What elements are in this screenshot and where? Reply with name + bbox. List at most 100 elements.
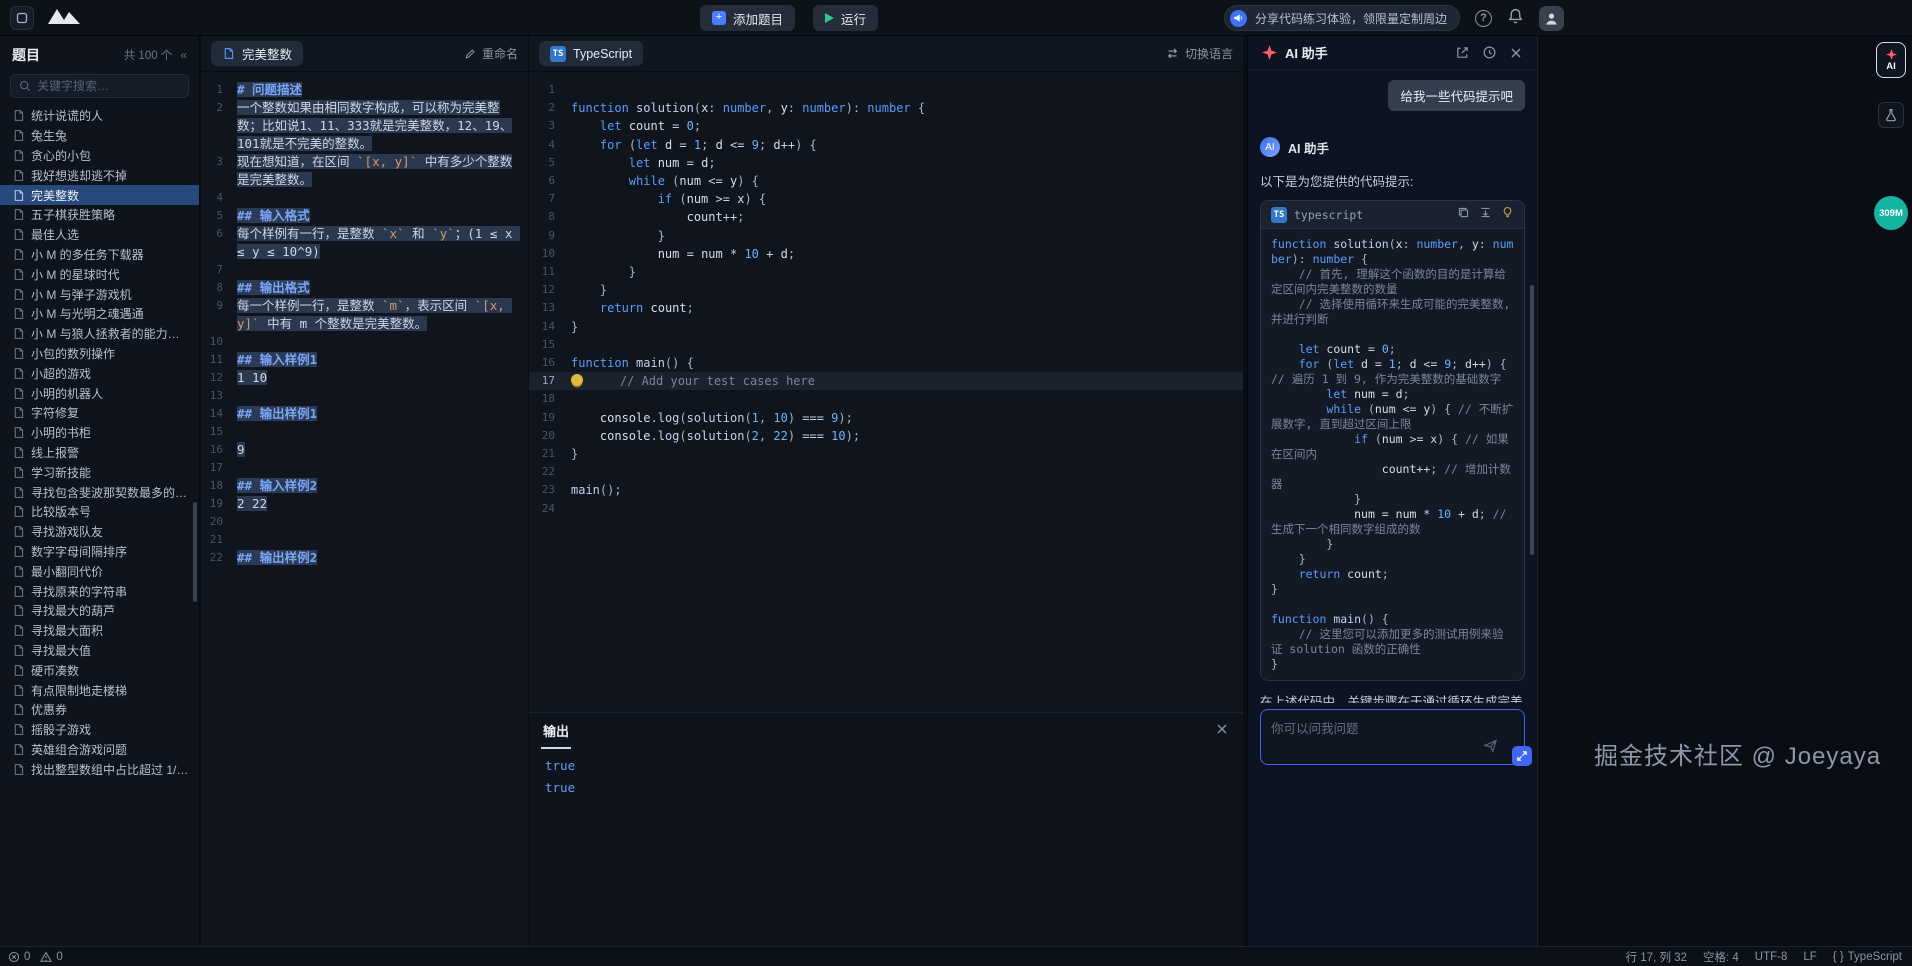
sidebar-item[interactable]: 统计说谎的人 — [0, 106, 199, 126]
sidebar-item[interactable]: 英雄组合游戏问题 — [0, 740, 199, 760]
sidebar-item[interactable]: 摇骰子游戏 — [0, 720, 199, 740]
sidebar-item[interactable]: 硬币凑数 — [0, 660, 199, 680]
editor-line[interactable]: 19 console.log(solution(1, 10) === 9); — [529, 409, 1243, 427]
editor-line[interactable]: 8## 输出格式 — [201, 279, 528, 297]
insert-code-icon[interactable] — [1479, 206, 1492, 224]
copy-code-icon[interactable] — [1457, 206, 1470, 224]
editor-line[interactable] — [1271, 597, 1514, 612]
editor-line[interactable]: 13 return count; — [529, 299, 1243, 317]
editor-line[interactable] — [1271, 327, 1514, 342]
encoding-indicator[interactable]: UTF-8 — [1755, 951, 1788, 963]
editor-line[interactable]: 16function main() { — [529, 354, 1243, 372]
sidebar-item[interactable]: 小包的数列操作 — [0, 344, 199, 364]
sidebar-item[interactable]: 小 M 的多任务下载器 — [0, 245, 199, 265]
editor-line[interactable]: return count; — [1271, 567, 1514, 582]
sidebar-item[interactable]: 寻找游戏队友 — [0, 522, 199, 542]
editor-line[interactable]: 22## 输出样例2 — [201, 549, 528, 567]
editor-line[interactable]: 3现在想知道，在区间 `[x, y]` 中有多少个整数是完美整数。 — [201, 153, 528, 189]
editor-line[interactable]: 20 — [201, 513, 528, 531]
editor-line[interactable]: } — [1271, 582, 1514, 597]
sidebar-item[interactable]: 数字字母间隔排序 — [0, 542, 199, 562]
sidebar-scrollbar[interactable] — [193, 502, 197, 602]
errors-indicator[interactable]: 0 — [8, 951, 30, 963]
sidebar-item[interactable]: 小 M 与弹子游戏机 — [0, 284, 199, 304]
indentation-indicator[interactable]: 空格: 4 — [1703, 949, 1739, 965]
output-tab[interactable]: 输出 — [541, 712, 571, 749]
editor-line[interactable]: 12 } — [529, 281, 1243, 299]
sidebar-item[interactable]: 优惠券 — [0, 700, 199, 720]
editor-line[interactable]: let count = 0; — [1271, 342, 1514, 357]
sidebar-item[interactable]: 最小翻同代价 — [0, 561, 199, 581]
sidebar-item[interactable]: 小超的游戏 — [0, 363, 199, 383]
send-icon[interactable] — [1483, 738, 1498, 758]
sidebar-item[interactable]: 寻找最大的葫芦 — [0, 601, 199, 621]
editor-line[interactable]: 2一个整数如果由相同数字构成，可以称为完美整数；比如说1、11、333就是完美整… — [201, 99, 528, 153]
editor-line[interactable]: 23main(); — [529, 481, 1243, 499]
editor-line[interactable]: let num = d; — [1271, 387, 1514, 402]
sidebar-item[interactable]: 线上报警 — [0, 443, 199, 463]
quota-badge[interactable]: 309M — [1874, 196, 1908, 230]
editor-line[interactable]: if (num >= x) { // 如果在区间内 — [1271, 432, 1514, 462]
expand-chat-button[interactable] — [1512, 746, 1532, 766]
editor-line[interactable]: 7 if (num >= x) { — [529, 190, 1243, 208]
editor-line[interactable]: 9每一个样例一行，是整数 `m`，表示区间 `[x, y]` 中有 m 个整数是… — [201, 297, 528, 333]
sidebar-item[interactable]: 寻找原来的字符串 — [0, 581, 199, 601]
editor-line[interactable]: 17 // Add your test cases here — [529, 372, 1243, 390]
run-button[interactable]: 运行 — [813, 5, 878, 31]
editor-line[interactable]: 5 let num = d; — [529, 154, 1243, 172]
ai-input-box[interactable] — [1260, 709, 1525, 765]
editor-line[interactable]: for (let d = 1; d <= 9; d++) { // 遍历 1 到… — [1271, 357, 1514, 387]
brand-logo-icon[interactable] — [46, 6, 82, 31]
sidebar-item[interactable]: 寻找最大面积 — [0, 621, 199, 641]
sidebar-item[interactable]: 寻找最大值 — [0, 641, 199, 661]
sidebar-item[interactable]: 比较版本号 — [0, 502, 199, 522]
editor-line[interactable]: 18 — [529, 390, 1243, 408]
editor-line[interactable]: while (num <= y) { // 不断扩展数字, 直到超过区间上限 — [1271, 402, 1514, 432]
help-icon[interactable] — [1475, 10, 1492, 27]
eol-indicator[interactable]: LF — [1803, 951, 1816, 963]
sidebar-item[interactable]: 完美整数 — [0, 185, 199, 205]
collapse-sidebar-icon[interactable]: « — [180, 48, 187, 62]
editor-line[interactable]: 24 — [529, 500, 1243, 518]
cursor-position[interactable]: 行 17, 列 32 — [1626, 949, 1687, 965]
editor-line[interactable]: 7 — [201, 261, 528, 279]
sidebar-item[interactable]: 小明的书柜 — [0, 423, 199, 443]
editor-line[interactable]: 11 } — [529, 263, 1243, 281]
switch-language-button[interactable]: 切换语言 — [1166, 45, 1233, 62]
sidebar-item[interactable]: 小明的机器人 — [0, 383, 199, 403]
ai-toggle-button[interactable]: AI — [1876, 42, 1906, 78]
editor-line[interactable]: 15 — [529, 336, 1243, 354]
history-icon[interactable] — [1482, 45, 1497, 60]
markdown-editor[interactable]: 1# 问题描述2一个整数如果由相同数字构成，可以称为完美整数；比如说1、11、3… — [201, 73, 528, 946]
promo-banner[interactable]: 分享代码练习体验，领限量定制周边 — [1224, 5, 1460, 31]
sidebar-item[interactable]: 我好想逃却逃不掉 — [0, 165, 199, 185]
lab-tools-button[interactable] — [1878, 102, 1904, 128]
editor-line[interactable]: 14## 输出样例1 — [201, 405, 528, 423]
sidebar-item[interactable]: 五子棋获胜策略 — [0, 205, 199, 225]
editor-line[interactable]: 2function solution(x: number, y: number)… — [529, 99, 1243, 117]
add-problem-button[interactable]: + 添加题目 — [700, 5, 795, 31]
editor-line[interactable]: 5## 输入格式 — [201, 207, 528, 225]
sidebar-item[interactable]: 贪心的小包 — [0, 146, 199, 166]
editor-line[interactable]: 15 — [201, 423, 528, 441]
editor-line[interactable]: 21} — [529, 445, 1243, 463]
ai-chat-scrollbar[interactable] — [1530, 285, 1534, 555]
warnings-indicator[interactable]: 0 — [40, 951, 62, 963]
editor-line[interactable]: 10 num = num * 10 + d; — [529, 245, 1243, 263]
close-output-icon[interactable] — [1215, 722, 1231, 738]
editor-line[interactable]: 1# 问题描述 — [201, 81, 528, 99]
editor-line[interactable]: 9 } — [529, 227, 1243, 245]
editor-line[interactable]: 169 — [201, 441, 528, 459]
editor-line[interactable]: } — [1271, 492, 1514, 507]
language-tab[interactable]: TS TypeScript — [539, 41, 643, 66]
code-editor[interactable]: 1 2function solution(x: number, y: numbe… — [529, 73, 1243, 712]
editor-line[interactable]: 20 console.log(solution(2, 22) === 10); — [529, 427, 1243, 445]
editor-line[interactable]: 3 let count = 0; — [529, 117, 1243, 135]
close-ai-panel-icon[interactable] — [1509, 46, 1523, 60]
app-logo[interactable] — [10, 6, 34, 30]
editor-line[interactable]: 18## 输入样例2 — [201, 477, 528, 495]
notifications-icon[interactable] — [1507, 7, 1524, 30]
language-indicator[interactable]: { } TypeScript — [1833, 951, 1902, 963]
sidebar-item[interactable]: 小 M 的星球时代 — [0, 264, 199, 284]
sidebar-item[interactable]: 找出整型数组中占比超过 1/N ... — [0, 759, 199, 779]
